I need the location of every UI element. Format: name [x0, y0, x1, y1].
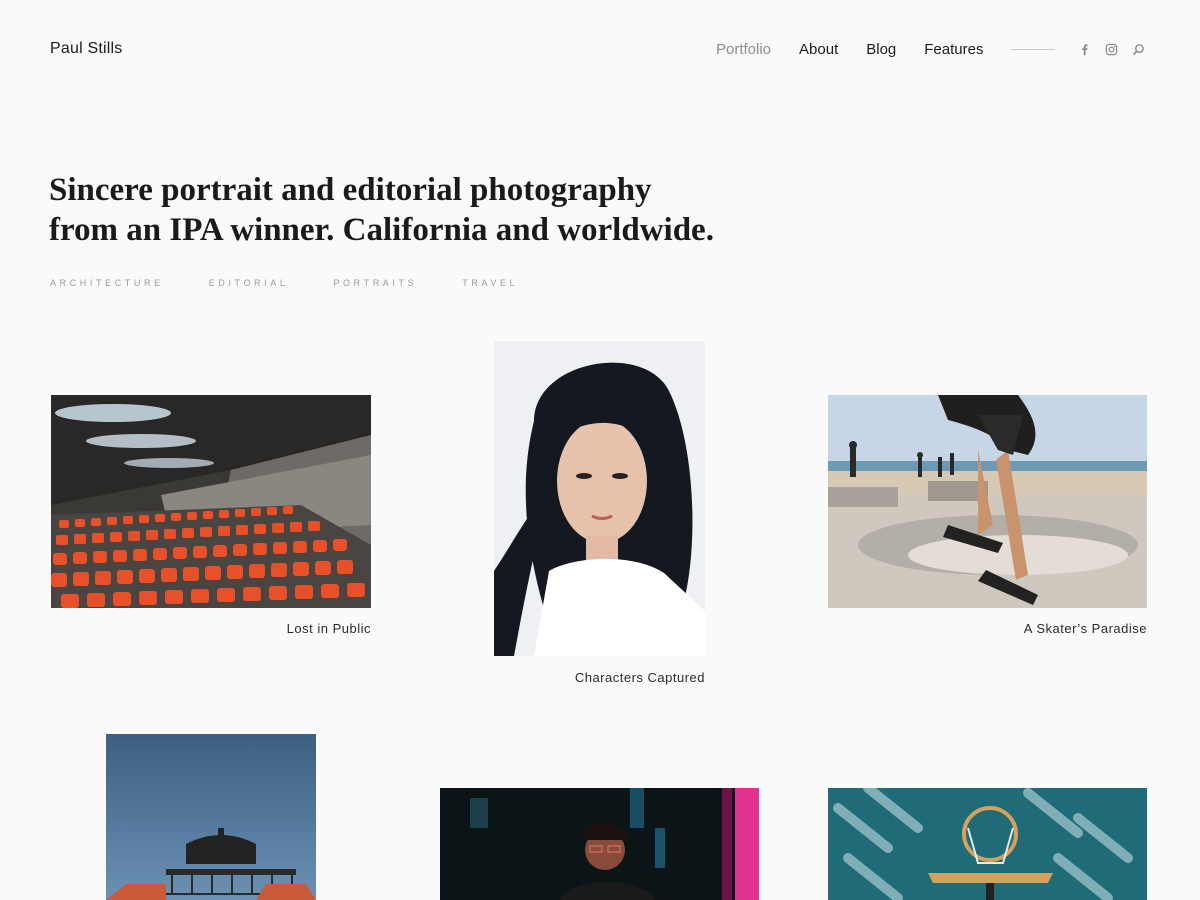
- filter-architecture[interactable]: ARCHITECTURE: [50, 278, 164, 288]
- search-icon[interactable]: [1131, 43, 1145, 57]
- stadium-seats-photo: [51, 395, 371, 608]
- portfolio-item-6[interactable]: [828, 788, 1147, 900]
- social-icons: [1077, 43, 1145, 57]
- facebook-icon[interactable]: [1077, 43, 1091, 57]
- hero-line-1: Sincere portrait and editorial photograp…: [49, 172, 652, 208]
- neon-portrait-photo: [440, 788, 759, 900]
- filter-editorial[interactable]: EDITORIAL: [209, 278, 289, 288]
- hero-line-2: from an IPA winner. California and world…: [49, 212, 714, 248]
- site-logo[interactable]: Paul Stills: [50, 40, 122, 58]
- portfolio-item-lost-in-public[interactable]: [51, 395, 371, 608]
- filter-travel[interactable]: TRAVEL: [462, 278, 518, 288]
- nav-features[interactable]: Features: [924, 41, 983, 58]
- nav-blog[interactable]: Blog: [866, 41, 896, 58]
- main-nav: Portfolio About Blog Features: [716, 41, 1145, 58]
- portfolio-item-skaters-paradise[interactable]: [828, 395, 1147, 608]
- caption-lost-in-public[interactable]: Lost in Public: [51, 621, 371, 636]
- portfolio-item-characters-captured[interactable]: [494, 341, 705, 656]
- filter-portraits[interactable]: PORTRAITS: [333, 278, 417, 288]
- hero-headline: Sincere portrait and editorial photograp…: [49, 170, 749, 250]
- instagram-icon[interactable]: [1104, 43, 1118, 57]
- portfolio-item-4[interactable]: [106, 734, 316, 900]
- portfolio-item-5[interactable]: [440, 788, 759, 900]
- nav-divider: [1011, 49, 1056, 50]
- skatepark-photo: [828, 395, 1147, 608]
- category-filter: ARCHITECTURE EDITORIAL PORTRAITS TRAVEL: [50, 278, 563, 288]
- portrait-photo: [494, 341, 705, 656]
- lighthouse-photo: [106, 734, 316, 900]
- caption-characters-captured[interactable]: Characters Captured: [494, 670, 705, 685]
- nav-portfolio[interactable]: Portfolio: [716, 41, 771, 58]
- caption-skaters-paradise[interactable]: A Skater’s Paradise: [828, 621, 1147, 636]
- basketball-hoop-photo: [828, 788, 1147, 900]
- nav-about[interactable]: About: [799, 41, 838, 58]
